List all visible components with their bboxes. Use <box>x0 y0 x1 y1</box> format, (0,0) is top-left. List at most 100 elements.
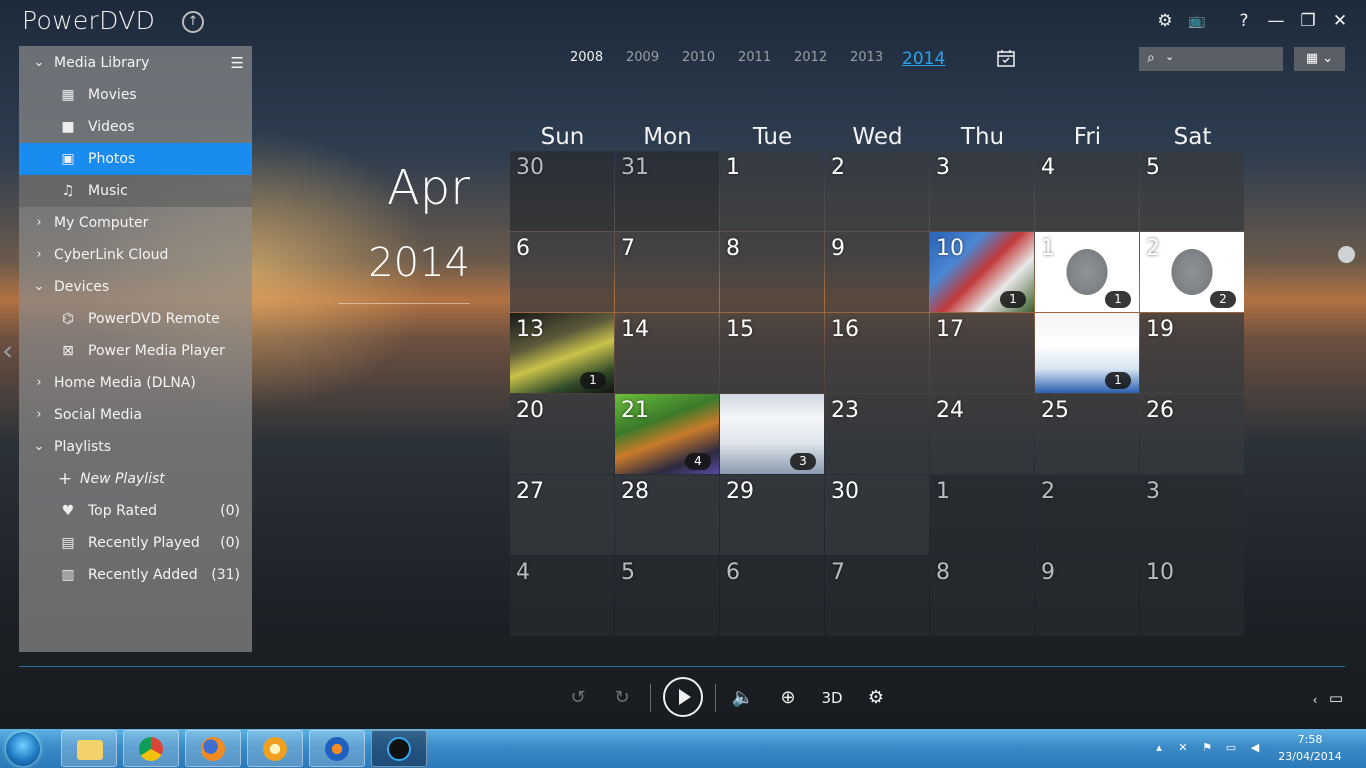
year-2009[interactable]: 2009 <box>626 50 659 65</box>
sidebar-item-cyberlink-cloud[interactable]: › CyberLink Cloud <box>19 239 252 271</box>
powerdvd-taskbar-button[interactable] <box>371 730 427 767</box>
calendar-day-cell[interactable]: 11 <box>1035 232 1139 312</box>
sidebar-item-home-media[interactable]: › Home Media (DLNA) <box>19 367 252 399</box>
calendar-day-cell[interactable]: 19 <box>1140 313 1244 393</box>
calendar-view-button[interactable]: ▦ ⌄ <box>1294 47 1345 71</box>
calendar-day-cell[interactable]: 3 <box>720 394 824 474</box>
calendar-day-cell[interactable]: 13 1 <box>510 313 614 393</box>
chrome-taskbar-button[interactable] <box>123 730 179 767</box>
search-icon[interactable]: ⌕ <box>1147 50 1155 66</box>
calendar-day-cell[interactable]: 20 <box>510 394 614 474</box>
sidebar-item-media-library[interactable]: ⌄ Media Library ☰ <box>19 47 252 79</box>
calendar-day-cell[interactable]: 14 <box>615 313 719 393</box>
zoom-in-icon[interactable]: ⊕ <box>774 684 802 712</box>
calendar-day-cell[interactable]: 30 <box>825 475 929 555</box>
chevron-down-icon[interactable]: ⌄ <box>1165 50 1174 63</box>
show-hidden-icons-icon[interactable]: ▴ <box>1150 740 1168 756</box>
network-icon[interactable]: ✕ <box>1174 740 1192 756</box>
action-center-icon[interactable]: ⚑ <box>1198 740 1216 756</box>
clock-time[interactable]: 7:58 <box>1290 733 1330 746</box>
calendar-day-cell[interactable]: 7 <box>615 232 719 312</box>
display-icon[interactable]: ▭ <box>1322 684 1350 712</box>
calendar-day-cell[interactable]: 8 <box>930 556 1034 636</box>
calendar-day-cell[interactable]: 23 <box>825 394 929 474</box>
calendar-day-cell[interactable]: 17 <box>930 313 1034 393</box>
calendar-day-cell[interactable]: 9 <box>1035 556 1139 636</box>
clock-date[interactable]: 23/04/2014 <box>1278 750 1342 763</box>
calendar-day-cell[interactable]: 1 <box>1035 313 1139 393</box>
restore-icon[interactable]: ❐ <box>1295 8 1321 34</box>
year-2008[interactable]: 2008 <box>570 50 603 65</box>
sidebar-item-power-media-player[interactable]: ⊠ Power Media Player <box>19 335 252 367</box>
start-button[interactable] <box>6 732 40 766</box>
volume-icon[interactable]: 🔈 <box>729 684 757 712</box>
sort-menu-icon[interactable]: ☰ <box>231 47 244 79</box>
monitor-icon[interactable]: ▭ <box>1222 740 1240 756</box>
calendar-day-cell[interactable]: 27 <box>510 475 614 555</box>
calendar-day-cell[interactable]: 2 <box>1035 475 1139 555</box>
calendar-day-cell[interactable]: 4 <box>1035 151 1139 231</box>
calendar-day-cell[interactable]: 3 <box>930 151 1034 231</box>
calendar-day-cell[interactable]: 28 <box>615 475 719 555</box>
calendar-day-cell[interactable]: 5 <box>615 556 719 636</box>
calendar-day-cell[interactable]: 5 <box>1140 151 1244 231</box>
calendar-day-cell[interactable]: 1 <box>720 151 824 231</box>
calendar-day-cell[interactable]: 29 <box>720 475 824 555</box>
tv-mode-icon[interactable]: 📺 <box>1184 8 1210 34</box>
year-2010[interactable]: 2010 <box>682 50 715 65</box>
calendar-day-cell[interactable]: 1 <box>930 475 1034 555</box>
minimize-icon[interactable]: — <box>1263 8 1289 34</box>
sidebar-item-recently-played[interactable]: ▤ Recently Played (0) <box>19 527 252 559</box>
sidebar-item-videos[interactable]: ■ Videos <box>19 111 252 143</box>
sidebar-item-movies[interactable]: ▦ Movies <box>19 79 252 111</box>
calendar-day-cell[interactable]: 4 <box>510 556 614 636</box>
explorer-taskbar-button[interactable] <box>61 730 117 767</box>
year-2011[interactable]: 2011 <box>738 50 771 65</box>
calendar-day-cell[interactable]: 21 4 <box>615 394 719 474</box>
sidebar-item-powerdvd-remote[interactable]: ⌬ PowerDVD Remote <box>19 303 252 335</box>
sidebar-item-devices[interactable]: ⌄ Devices <box>19 271 252 303</box>
calendar-day-cell[interactable]: 10 <box>1140 556 1244 636</box>
search-input[interactable]: ⌕ ⌄ <box>1139 47 1283 71</box>
calendar-day-cell[interactable]: 15 <box>720 313 824 393</box>
collapse-sidebar-arrow-icon[interactable]: ‹ <box>2 334 13 367</box>
year-2013[interactable]: 2013 <box>850 50 883 65</box>
sidebar-item-playlists[interactable]: ⌄ Playlists <box>19 431 252 463</box>
chevron-left-icon[interactable]: ‹ <box>1308 686 1322 714</box>
sidebar-item-social-media[interactable]: › Social Media <box>19 399 252 431</box>
calendar-day-cell[interactable]: 31 <box>615 151 719 231</box>
calendar-day-cell[interactable]: 24 <box>930 394 1034 474</box>
scrollbar-thumb[interactable] <box>1338 246 1355 263</box>
year-2012[interactable]: 2012 <box>794 50 827 65</box>
calendar-day-cell[interactable]: 3 <box>1140 475 1244 555</box>
calendar-day-cell[interactable]: 8 <box>720 232 824 312</box>
rotate-right-icon[interactable]: ↻ <box>608 684 636 712</box>
calendar-day-cell[interactable]: 25 <box>1035 394 1139 474</box>
sidebar-item-new-playlist[interactable]: + New Playlist <box>19 463 252 495</box>
help-icon[interactable]: ? <box>1231 8 1257 34</box>
sidebar-item-recently-added[interactable]: ▥ Recently Added (31) <box>19 559 252 591</box>
sidebar-item-photos[interactable]: ▣ Photos <box>19 143 252 175</box>
play-button[interactable] <box>663 677 703 717</box>
sidebar-item-music[interactable]: ♫ Music <box>19 175 252 207</box>
calendar-day-cell[interactable]: 2 <box>825 151 929 231</box>
calendar-day-cell[interactable]: 10 1 <box>930 232 1034 312</box>
upgrade-icon[interactable]: ↑ <box>182 11 204 33</box>
year-2014[interactable]: 2014 <box>902 49 945 69</box>
burn-app-taskbar-button[interactable] <box>309 730 365 767</box>
speaker-icon[interactable]: ◀ <box>1246 740 1264 756</box>
calendar-day-cell[interactable]: 6 <box>510 232 614 312</box>
rotate-left-icon[interactable]: ↺ <box>564 684 592 712</box>
calendar-day-cell[interactable]: 6 <box>720 556 824 636</box>
calendar-day-cell[interactable]: 22 <box>1140 232 1244 312</box>
calendar-day-cell[interactable]: 26 <box>1140 394 1244 474</box>
calendar-day-cell[interactable]: 7 <box>825 556 929 636</box>
settings-icon[interactable]: ⚙ <box>862 684 890 712</box>
3d-button[interactable]: 3D <box>815 684 849 712</box>
sidebar-item-my-computer[interactable]: › My Computer <box>19 207 252 239</box>
media-app-taskbar-button[interactable] <box>247 730 303 767</box>
firefox-taskbar-button[interactable] <box>185 730 241 767</box>
calendar-today-icon[interactable] <box>996 49 1016 67</box>
calendar-day-cell[interactable]: 9 <box>825 232 929 312</box>
settings-gear-icon[interactable]: ⚙ <box>1152 8 1178 34</box>
